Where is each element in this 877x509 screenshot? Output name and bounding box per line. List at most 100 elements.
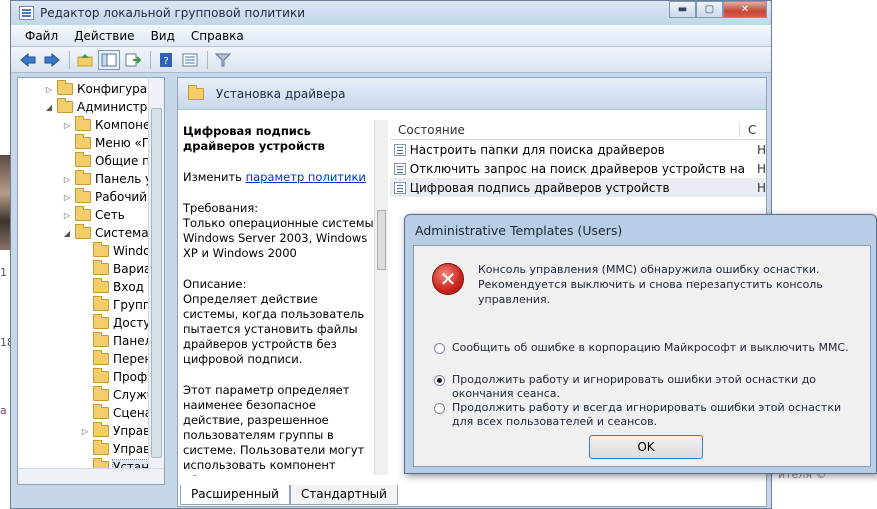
extra-text: Этот параметр определяет наименее безопа…	[183, 383, 365, 476]
expand-icon[interactable]: ▷	[62, 121, 72, 130]
caption-buttons: ▬ ▢ ✕	[669, 1, 767, 18]
policy-icon	[394, 143, 406, 156]
forward-arrow-icon[interactable]	[41, 50, 63, 70]
policy-name: Отключить запрос на поиск драйверов устр…	[409, 161, 749, 176]
svg-text:?: ?	[163, 56, 168, 67]
radio-button-selected[interactable]	[434, 375, 445, 386]
option-label: Продолжить работу и всегда игнорировать …	[452, 401, 842, 428]
menu-view[interactable]: Вид	[143, 29, 183, 43]
folder-icon	[75, 224, 91, 239]
tree-pane[interactable]: ▷Конфигурация ◢Административные ▷Компоне…	[17, 77, 165, 485]
radio-button[interactable]	[434, 403, 445, 414]
tab-extended[interactable]: Расширенный	[180, 485, 290, 505]
toolbar-separator	[69, 50, 70, 69]
tree-item[interactable]: ◢ Система	[62, 224, 149, 242]
option-label: Сообщить об ошибке в корпорацию Майкросо…	[452, 341, 849, 354]
expand-icon[interactable]: ▷	[62, 193, 72, 202]
folder-icon	[93, 386, 109, 401]
folder-icon	[93, 368, 109, 383]
policy-icon	[394, 181, 406, 194]
option-ignore-always[interactable]: Продолжить работу и всегда игнорировать …	[434, 401, 854, 429]
folder-icon	[75, 206, 91, 221]
tree-item[interactable]: Доступ	[80, 314, 158, 332]
option-ignore-session[interactable]: Продолжить работу и игнорировать ошибки …	[434, 373, 870, 401]
folder-icon	[75, 170, 91, 185]
edit-policy-link[interactable]: параметр политики	[246, 170, 366, 184]
description-text: Описание: Определяет действие системы, к…	[183, 277, 365, 366]
export-list-icon[interactable]	[122, 50, 144, 70]
filter-icon[interactable]	[212, 50, 234, 70]
folder-icon	[57, 80, 73, 95]
folder-icon	[93, 314, 109, 329]
error-icon: ✕	[432, 263, 464, 295]
description-scrollbar[interactable]	[374, 120, 388, 475]
folder-icon	[57, 98, 73, 113]
tree-item[interactable]: ◢Административные	[44, 98, 164, 116]
minimize-button[interactable]: ▬	[669, 1, 696, 18]
maximize-button[interactable]: ▢	[696, 1, 723, 18]
toolbar: ?	[11, 47, 771, 73]
up-folder-icon[interactable]	[74, 50, 96, 70]
folder-icon	[93, 404, 109, 419]
folder-icon	[75, 116, 91, 131]
show-hide-tree-icon[interactable]	[98, 49, 120, 70]
desktop-fragment: 1	[0, 266, 7, 279]
tree-item[interactable]: ▷ Конфигурация	[44, 80, 164, 98]
expand-icon[interactable]: ▷	[80, 427, 90, 436]
view-tabs: Расширенный Стандартный	[180, 485, 398, 505]
app-icon	[19, 6, 34, 20]
policy-state: Н	[756, 161, 766, 176]
menu-action[interactable]: Действие	[66, 29, 142, 43]
menu-file[interactable]: Файл	[17, 29, 66, 43]
expand-icon[interactable]: ▷	[62, 175, 72, 184]
title-bar[interactable]: Редактор локальной групповой политики ▬ …	[11, 1, 771, 25]
expand-icon[interactable]: ▷	[44, 85, 54, 94]
toolbar-separator	[207, 50, 208, 69]
ok-button[interactable]: OK	[589, 435, 703, 459]
option-label: Продолжить работу и игнорировать ошибки …	[452, 373, 817, 400]
folder-icon	[93, 296, 109, 311]
policy-icon	[394, 162, 406, 175]
help-icon[interactable]: ?	[155, 50, 177, 70]
folder-icon	[75, 152, 91, 167]
tree-item[interactable]: ▷ Сеть	[62, 206, 125, 224]
policy-state: Н	[756, 142, 766, 157]
radio-button[interactable]	[434, 343, 445, 354]
scroll-thumb[interactable]	[151, 108, 162, 458]
tab-standard[interactable]: Стандартный	[289, 485, 398, 505]
expand-icon[interactable]: ▷	[62, 211, 72, 220]
folder-icon	[93, 440, 109, 455]
menu-help[interactable]: Справка	[183, 29, 252, 43]
folder-icon	[93, 242, 109, 257]
window-title: Редактор локальной групповой политики	[40, 6, 306, 20]
details-header-title: Установка драйвера	[216, 86, 346, 101]
policy-description: Цифровая подпись драйверов устройств Изм…	[183, 124, 375, 476]
expand-icon[interactable]: ◢	[44, 103, 54, 112]
folder-icon	[75, 188, 91, 203]
scroll-thumb[interactable]	[377, 210, 386, 270]
folder-icon	[188, 84, 204, 100]
dialog-body: ✕ Консоль управления (MMC) обнаружила ош…	[413, 245, 871, 467]
close-button[interactable]: ✕	[723, 1, 767, 18]
policy-row-selected[interactable]: Цифровая подпись драйверов устройств Н	[390, 178, 766, 197]
dialog-title-bar[interactable]: Administrative Templates (Users)	[405, 215, 876, 245]
policy-name: Цифровая подпись драйверов устройств	[409, 180, 670, 195]
folder-icon	[93, 278, 109, 293]
dialog-title: Administrative Templates (Users)	[415, 222, 623, 238]
tree-vertical-scrollbar[interactable]	[148, 78, 164, 484]
folder-icon	[75, 134, 91, 149]
back-arrow-icon[interactable]	[17, 50, 39, 70]
policy-row[interactable]: Настроить папки для поиска драйверов Н	[390, 140, 766, 159]
tree-horizontal-scrollbar[interactable]	[18, 468, 164, 484]
column-second[interactable]: С	[740, 123, 756, 137]
option-report-error[interactable]: Сообщить об ошибке в корпорацию Майкросо…	[434, 341, 849, 355]
policy-title: Цифровая подпись драйверов устройств	[183, 124, 325, 153]
expand-icon[interactable]: ◢	[62, 229, 72, 238]
list-header: Состояние С	[390, 120, 766, 140]
column-state[interactable]: Состояние	[390, 122, 740, 137]
folder-icon	[93, 260, 109, 275]
error-dialog: Administrative Templates (Users) ✕ Консо…	[404, 214, 877, 474]
properties-icon[interactable]	[179, 50, 201, 70]
toolbar-separator	[150, 50, 151, 69]
policy-row[interactable]: Отключить запрос на поиск драйверов устр…	[390, 159, 766, 178]
